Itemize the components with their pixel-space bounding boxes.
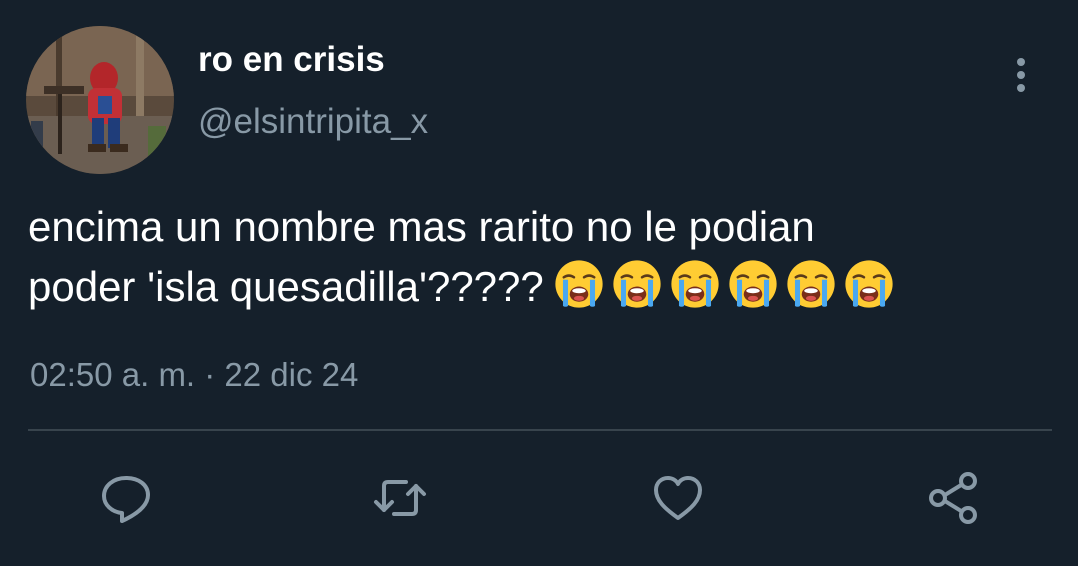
more-options-button[interactable]: [1000, 54, 1042, 96]
vertical-dots-icon: [1017, 58, 1025, 92]
share-nodes-icon: [929, 472, 977, 524]
loudly-crying-face-icon: [671, 260, 719, 308]
avatar[interactable]: [26, 26, 174, 174]
like-button[interactable]: [650, 470, 706, 526]
tweet-text-line-1: encima un nombre mas rarito no le podian: [28, 203, 815, 250]
loudly-crying-face-icon: [613, 260, 661, 308]
tweet-text-line-2: poder 'isla quesadilla'?????: [28, 257, 1048, 317]
loudly-crying-face-icon: [555, 260, 603, 308]
speech-bubble-icon: [102, 476, 150, 523]
heart-icon: [654, 476, 702, 520]
tweet-timestamp[interactable]: 02:50 a. m. · 22 dic 24: [30, 356, 358, 394]
divider: [28, 429, 1052, 431]
loudly-crying-face-icon: [787, 260, 835, 308]
tweet-text: encima un nombre mas rarito no le podian…: [28, 197, 1048, 317]
display-name[interactable]: ro en crisis: [198, 40, 385, 80]
loudly-crying-face-icon: [845, 260, 893, 308]
retweet-arrows-icon: [374, 480, 426, 516]
reply-button[interactable]: [98, 470, 154, 526]
retweet-button[interactable]: [372, 470, 428, 526]
tweet-text-line-2-content: poder 'isla quesadilla'?????: [28, 263, 544, 310]
avatar-image: [26, 26, 174, 174]
share-button[interactable]: [926, 470, 982, 526]
loudly-crying-face-icon: [729, 260, 777, 308]
emoji-row: [552, 257, 896, 311]
user-handle[interactable]: @elsintripita_x: [198, 102, 428, 142]
